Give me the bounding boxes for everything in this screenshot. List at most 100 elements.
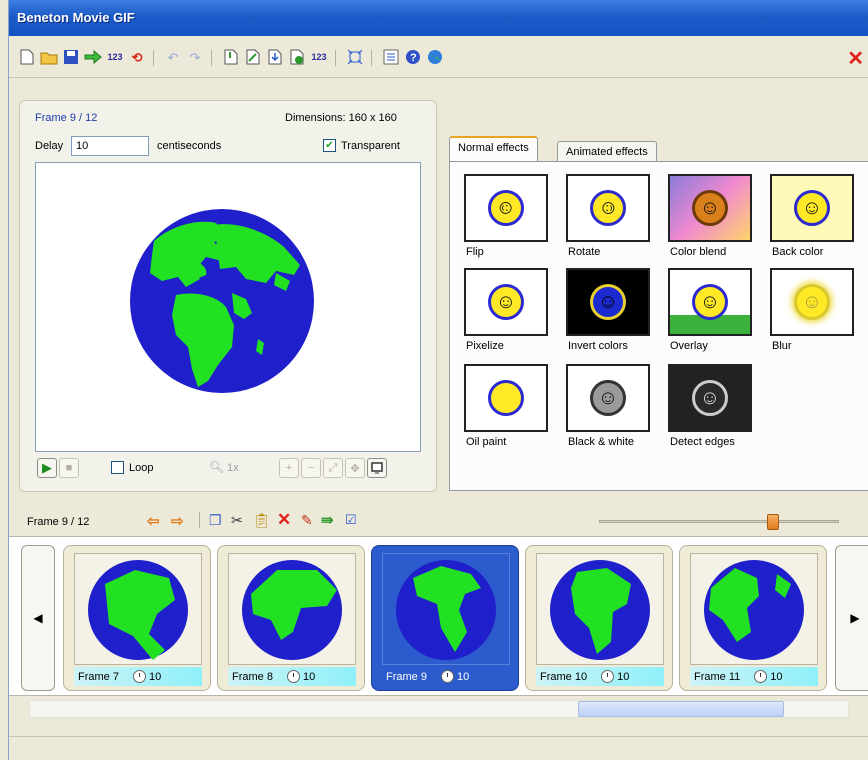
play-button[interactable]: ▶ [37,458,57,478]
scrollbar-thumb[interactable] [578,701,784,717]
add-icon[interactable] [287,47,307,67]
effect-label: Pixelize [466,340,504,352]
move-icon[interactable]: ✥ [345,458,365,478]
frame-slider[interactable] [599,514,839,530]
transparent-checkbox[interactable]: ✔ [323,139,336,152]
copy-icon[interactable]: ❐ [209,512,222,529]
strip-prev-button[interactable]: ◀ [21,545,55,691]
frame-thumbnail [382,553,510,665]
insert-frame-icon[interactable] [221,47,241,67]
effect-label: Blur [772,340,792,352]
preview-mode-icon[interactable] [367,458,387,478]
toolbar-separator [371,50,372,66]
strip-next-button[interactable]: ▶ [835,545,868,691]
effect-invert-colors[interactable]: ☺ [566,268,650,336]
effect-label: Black & white [568,436,635,448]
frame-label: Frame 11 [694,670,741,683]
new-icon[interactable] [17,47,37,67]
export-frame-icon[interactable]: ⇛ [321,511,334,529]
loop-checkbox[interactable] [111,461,124,474]
frame-thumbnail [536,553,664,665]
effect-pixelize[interactable]: ☺ [464,268,548,336]
delay-label: Delay [35,140,64,152]
frame-label: Frame 8 [232,670,273,683]
effects-panel: ☺ Flip ☺ Rotate ☺ Color blend ☺ Back col… [449,161,868,491]
effect-black-white[interactable]: ☺ [566,364,650,432]
undo-icon[interactable]: ↶ [163,47,183,67]
frame-thumbnail [690,553,818,665]
effect-label: Flip [466,246,484,258]
slider-thumb[interactable] [767,514,779,530]
export-icon[interactable] [83,47,103,67]
main-toolbar: 123 ⟲ ↶ ↷ 123 ? [9,36,868,78]
strip-frame-counter: Frame 9 / 12 [27,516,90,528]
frame-properties-icon[interactable]: ☑ [345,512,357,528]
effect-label: Color blend [670,246,727,258]
app-window: Beneton Movie GIF 123 ⟲ ↶ ↷ 123 ? ✕ Fram… [8,0,868,760]
numbering-icon[interactable]: 123 [105,47,125,67]
tab-normal-effects[interactable]: Normal effects [449,136,538,162]
clock-icon [601,670,615,683]
frame-card-8[interactable]: Frame 8 10 [217,545,365,691]
reverse-icon[interactable]: ⟲ [127,47,147,67]
window-title: Beneton Movie GIF [17,10,135,25]
frame-info: Frame 7 10 [74,667,202,686]
dimensions-label: Dimensions: 160 x 160 [285,112,397,124]
save-icon[interactable] [61,47,81,67]
resize-icon[interactable] [345,47,365,67]
frame-card-11[interactable]: Frame 11 10 [679,545,827,691]
effect-label: Oil paint [466,436,507,448]
frame-card-9[interactable]: Frame 9 10 [371,545,519,691]
delete-icon[interactable]: ✕ [277,510,291,530]
edit-frame-icon[interactable] [243,47,263,67]
strip-scrollbar[interactable] [29,700,849,718]
edit-icon[interactable]: ✎ [301,512,313,529]
zoom-level: 1x [227,462,239,474]
clock-icon [132,670,146,683]
tab-animated-effects[interactable]: Animated effects [557,141,657,163]
effect-back-color[interactable]: ☺ [770,174,854,242]
clock-icon [286,670,300,683]
frame-delay: 10 [770,670,783,683]
delay-input[interactable] [71,136,149,156]
zoom-out-icon[interactable]: − [301,458,321,478]
frame-canvas[interactable] [35,162,421,452]
effect-blur[interactable]: ☺ [770,268,854,336]
frame-info: Frame 9 10 [382,667,510,686]
frame-strip: ◀ ▶ Frame 7 10 Frame 8 10 Frame 9 10 Frame … [9,536,868,696]
effect-oil-paint[interactable]: ● [464,364,548,432]
open-icon[interactable] [39,47,59,67]
frame-info: Frame 8 10 [228,667,356,686]
fit-icon[interactable]: ⤢ [323,458,343,478]
frame-delay: 10 [148,670,162,683]
redo-icon[interactable]: ↷ [185,47,205,67]
title-bar: Beneton Movie GIF [9,0,868,36]
close-icon[interactable]: ✕ [847,46,864,71]
loop-label: Loop [129,462,154,474]
effect-rotate[interactable]: ☺ [566,174,650,242]
earth-image [130,209,314,393]
frame-info: Frame 10 10 [536,667,664,686]
zoom-in-icon[interactable]: + [279,458,299,478]
web-icon[interactable] [425,47,445,67]
renumber-icon[interactable]: 123 [309,47,329,67]
effect-color-blend[interactable]: ☺ [668,174,752,242]
move-left-icon[interactable]: ⇦ [147,512,160,530]
toolbar-separator [211,50,212,66]
help-icon[interactable]: ? [403,47,423,67]
toolbar-separator [153,50,154,66]
import-icon[interactable] [265,47,285,67]
toolbar-separator [199,512,200,528]
svg-text:?: ? [410,52,417,64]
cut-icon[interactable]: ✂ [231,512,243,529]
frame-card-7[interactable]: Frame 7 10 [63,545,211,691]
paste-icon[interactable]: 📋︎ [253,512,271,529]
properties-icon[interactable] [381,47,401,67]
stop-button[interactable]: ■ [59,458,79,478]
effect-detect-edges[interactable]: ☺ [668,364,752,432]
frame-delay: 10 [617,670,630,683]
effect-overlay[interactable]: ☺ [668,268,752,336]
frame-card-10[interactable]: Frame 10 10 [525,545,673,691]
move-right-icon[interactable]: ⇨ [171,512,184,530]
effect-flip[interactable]: ☺ [464,174,548,242]
